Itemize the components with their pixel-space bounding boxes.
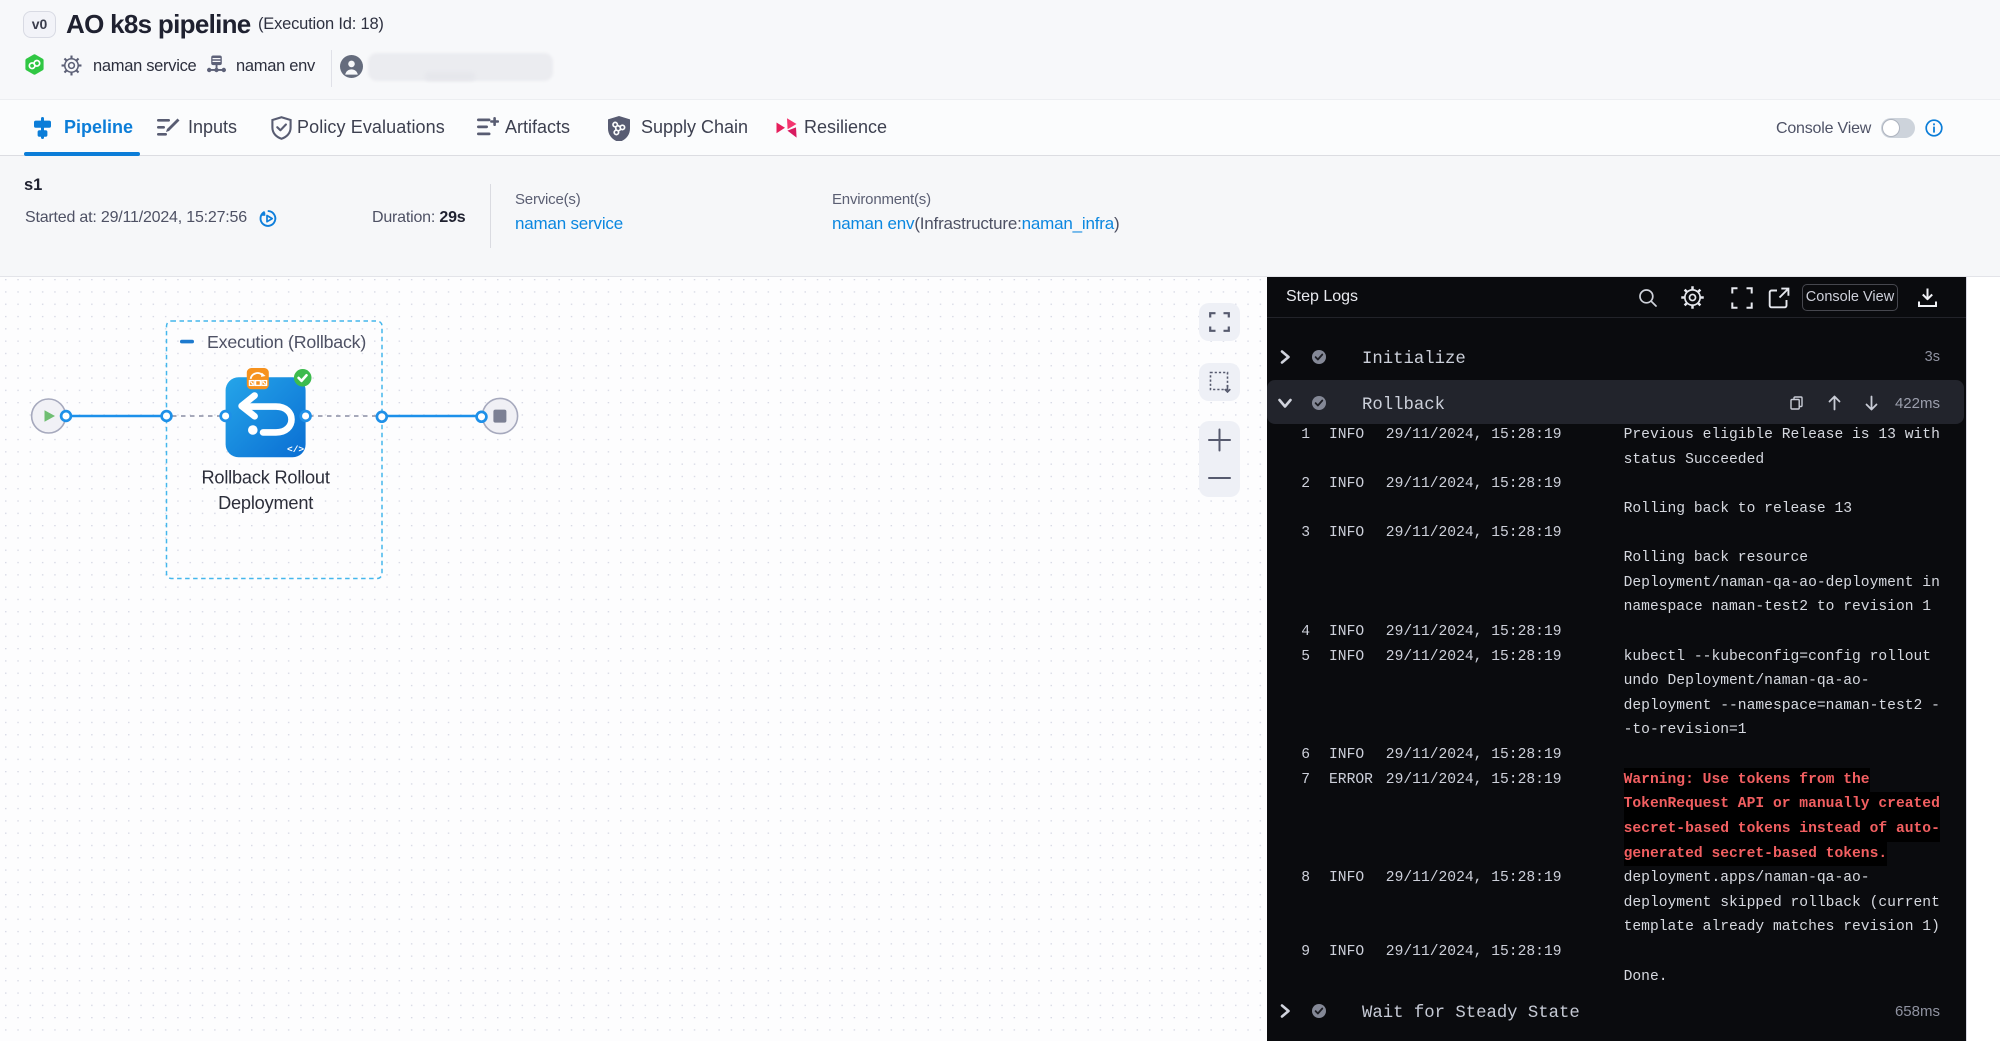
svg-text:Deployment: Deployment (218, 493, 313, 513)
svg-text:Rollback Rollout: Rollback Rollout (201, 468, 329, 488)
svg-text:</>: </> (287, 444, 304, 455)
svg-text:Execution (Rollback): Execution (Rollback) (207, 332, 366, 352)
